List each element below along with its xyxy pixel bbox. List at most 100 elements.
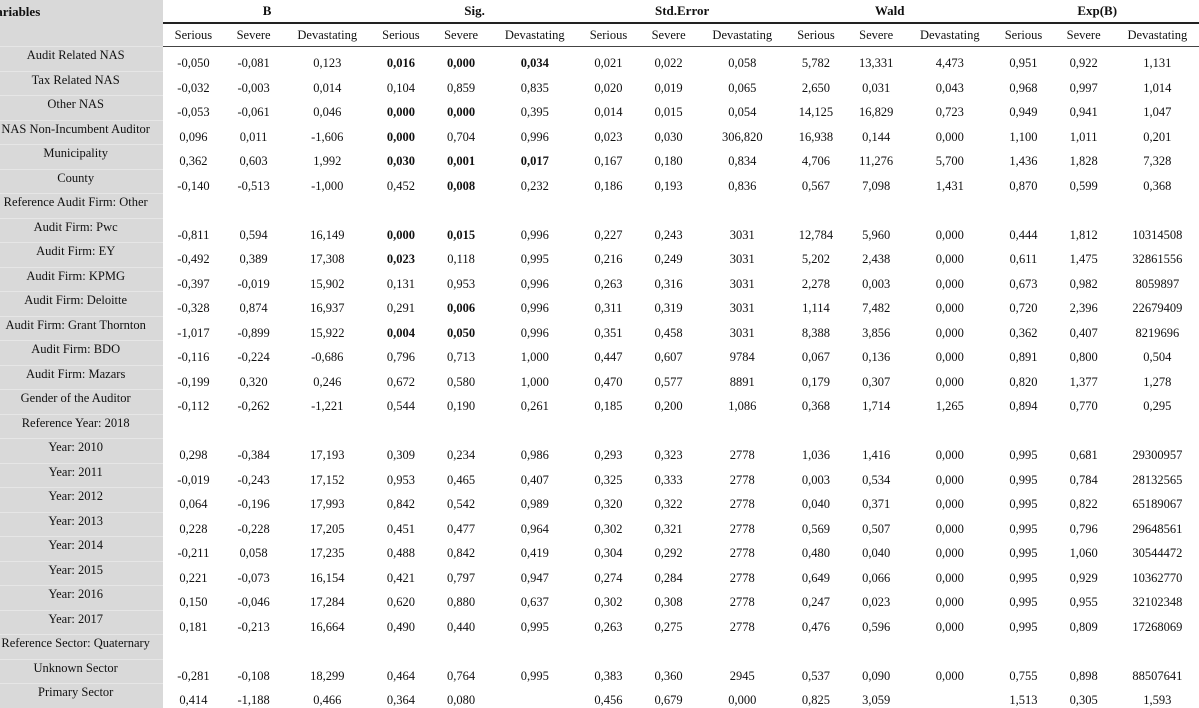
group-header-exp-b: Exp(B)	[993, 0, 1199, 24]
subheader-std-error-severe: Severe	[638, 23, 699, 47]
cell-wald-devastating: 0,000	[935, 227, 964, 242]
cell-exp-b-devastating: 22679409	[1132, 301, 1183, 315]
cell-b-serious: -0,140	[177, 178, 210, 193]
cell-std-error-serious	[578, 414, 638, 439]
cell-wald-severe: 0,144	[862, 129, 891, 144]
subheader-sig-serious: Serious	[370, 23, 432, 47]
cell-std-error-devastating: 306,820	[721, 129, 763, 144]
cell-sig-devastating: 0,261	[520, 399, 549, 413]
cell-wald-serious: 0,476	[801, 619, 831, 634]
cell-b-devastating: 17,993	[310, 497, 345, 511]
cell-exp-b-serious: 0,949	[1009, 105, 1038, 119]
cell-std-error-serious: 0,023	[594, 129, 623, 144]
cell-std-error-devastating	[699, 635, 786, 660]
table-body: Audit Related NAS -0,050 -0,081 0,123 0,016 0…	[0, 46, 1199, 708]
cell-exp-b-severe: 0,955	[1069, 595, 1098, 609]
cell-exp-b-serious: 0,995	[1009, 546, 1038, 560]
cell-b-severe: -0,196	[237, 497, 270, 511]
table-row: Other NAS -0,053 -0,061 0,046 0,000 0,000 0,39…	[0, 95, 1199, 120]
cell-std-error-devastating: 2778	[729, 497, 755, 511]
cell-std-error-serious: 0,325	[594, 472, 623, 487]
cell-exp-b-devastating: 10362770	[1132, 570, 1183, 585]
cell-b-severe: 0,011	[239, 129, 268, 144]
cell-sig-severe: 0,008	[447, 178, 476, 193]
cell-std-error-serious: 0,304	[594, 546, 623, 560]
cell-std-error-severe: 0,322	[654, 497, 683, 511]
cell-std-error-severe: 0,321	[654, 521, 683, 536]
table-row: Gender of the Auditor -0,112 -0,262 -1,221 0…	[0, 389, 1199, 414]
cell-sig-devastating: 0,996	[520, 276, 549, 291]
regression-results-table: Variables B Sig. Std.Error Wald Exp(B) S…	[0, 0, 1199, 708]
cell-b-serious: -0,328	[177, 301, 210, 315]
cell-wald-serious: 0,368	[801, 399, 831, 413]
cell-exp-b-severe: 0,898	[1069, 668, 1098, 683]
cell-sig-severe: 0,006	[447, 301, 476, 315]
cell-exp-b-severe: 0,800	[1069, 350, 1098, 364]
cell-std-error-severe: 0,275	[654, 619, 683, 634]
table-row: Year: 2013 0,228 -0,228 17,205 0,451 0,477 0,9…	[0, 511, 1199, 537]
cell-sig-severe: 0,953	[447, 276, 476, 291]
cell-exp-b-devastating: 65189067	[1132, 497, 1183, 511]
cell-b-severe: -0,003	[237, 80, 270, 95]
cell-wald-severe	[846, 635, 906, 660]
cell-exp-b-serious: 0,673	[1009, 276, 1038, 291]
cell-exp-b-devastating: 88507641	[1132, 668, 1183, 683]
cell-sig-severe: 0,580	[447, 374, 476, 389]
table-row: NAS Non-Incumbent Auditor 0,096 0,011 -1,60…	[0, 119, 1199, 145]
cell-std-error-serious: 0,320	[594, 497, 623, 511]
cell-exp-b-serious: 0,870	[1009, 178, 1038, 193]
cell-exp-b-serious	[993, 194, 1053, 219]
cell-sig-severe: 0,190	[447, 399, 476, 413]
cell-exp-b-severe: 0,305	[1069, 692, 1098, 707]
cell-sig-severe: 0,001	[447, 154, 476, 168]
cell-b-devastating: 17,308	[310, 252, 345, 266]
cell-sig-devastating: 0,017	[520, 154, 549, 168]
cell-std-error-severe	[639, 194, 699, 219]
cell-b-severe	[224, 635, 284, 660]
cell-exp-b-severe: 0,784	[1069, 472, 1098, 487]
cell-exp-b-serious: 0,995	[1009, 472, 1038, 487]
cell-b-devastating: 15,922	[310, 325, 345, 340]
cell-std-error-devastating: 3031	[729, 301, 755, 315]
table-row: Year: 2012 0,064 -0,196 17,993 0,842 0,542 0,9…	[0, 487, 1199, 512]
cell-b-severe: 0,603	[239, 154, 268, 168]
cell-b-serious	[163, 414, 223, 439]
variable-label: Primary Sector	[0, 683, 164, 708]
cell-wald-severe	[846, 414, 906, 439]
cell-b-severe: -0,046	[237, 595, 270, 609]
cell-wald-severe: 0,307	[862, 374, 891, 389]
cell-exp-b-devastating: 8219696	[1135, 325, 1180, 340]
cell-b-devastating: 0,123	[313, 56, 342, 70]
table-row: County -0,140 -0,513 -1,000 0,452 0,008 0,232 0…	[0, 168, 1199, 194]
cell-wald-serious: 0,179	[801, 374, 831, 389]
cell-exp-b-devastating: 1,014	[1143, 80, 1172, 95]
cell-wald-devastating: 1,431	[935, 178, 964, 193]
group-header-wald: Wald	[785, 0, 994, 24]
cell-b-devastating: 0,246	[313, 374, 342, 389]
cell-wald-devastating: 0,723	[935, 105, 964, 119]
cell-wald-serious: 2,650	[801, 80, 831, 95]
cell-sig-devastating: 0,407	[520, 472, 549, 487]
cell-exp-b-serious: 1,100	[1009, 129, 1038, 144]
cell-sig-severe: 0,704	[447, 129, 476, 144]
variable-label: Year: 2011	[0, 462, 164, 488]
cell-sig-severe: 0,542	[447, 497, 476, 511]
cell-sig-serious: 0,104	[386, 80, 415, 95]
cell-sig-severe: 0,465	[447, 472, 476, 487]
cell-std-error-severe: 0,679	[654, 692, 683, 707]
cell-wald-devastating	[906, 194, 993, 219]
cell-sig-devastating	[491, 684, 578, 708]
table-row: Year: 2015 0,221 -0,073 16,154 0,421 0,797 0,9…	[0, 560, 1199, 586]
cell-sig-devastating: 0,996	[520, 227, 549, 242]
cell-std-error-devastating: 2778	[729, 472, 755, 487]
cell-sig-severe: 0,880	[447, 595, 476, 609]
cell-b-devastating: 17,152	[310, 472, 345, 487]
cell-sig-serious: 0,451	[386, 521, 415, 536]
cell-sig-serious: 0,421	[386, 570, 415, 585]
cell-sig-devastating: 1,000	[520, 374, 549, 389]
cell-wald-serious: 0,247	[801, 595, 831, 609]
cell-exp-b-devastating	[1114, 194, 1199, 219]
cell-sig-severe: 0,440	[447, 619, 476, 634]
cell-sig-serious: 0,953	[386, 472, 415, 487]
cell-exp-b-serious: 0,995	[1009, 497, 1038, 511]
